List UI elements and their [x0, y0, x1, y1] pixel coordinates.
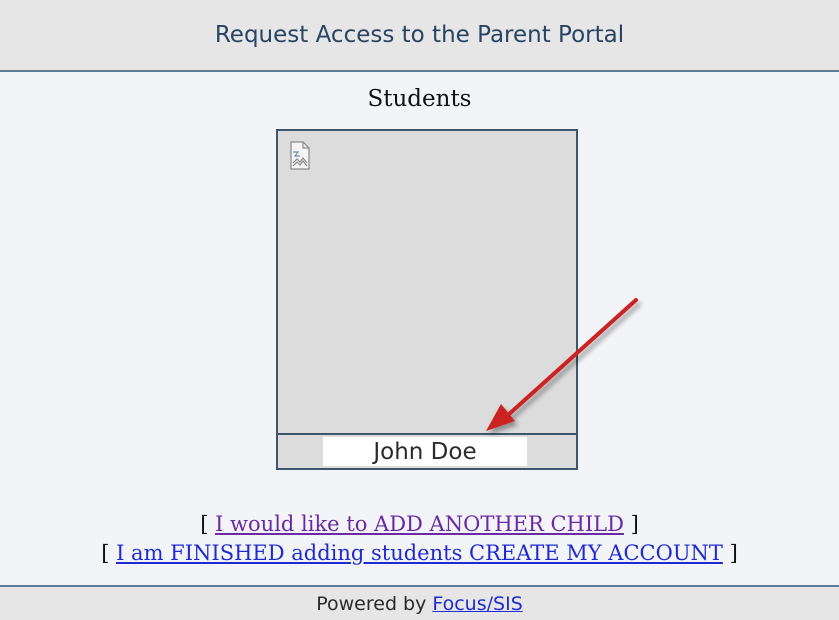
action-links: [ I would like to ADD ANOTHER CHILD ] [ …	[0, 510, 839, 568]
focus-sis-link[interactable]: Focus/SIS	[432, 593, 522, 615]
broken-image-icon	[290, 141, 310, 170]
page-footer: Powered by Focus/SIS	[0, 585, 839, 620]
student-photo	[278, 131, 576, 433]
student-name-strip: John Doe	[278, 433, 576, 468]
finish-line: [ I am FINISHED adding students CREATE M…	[0, 539, 839, 568]
close-bracket: ]	[729, 541, 738, 565]
page-header: Request Access to the Parent Portal	[0, 0, 839, 72]
footer-prefix: Powered by	[316, 592, 427, 615]
student-name-box: John Doe	[323, 437, 527, 466]
page-title: Request Access to the Parent Portal	[214, 22, 625, 48]
add-another-child-link[interactable]: I would like to ADD ANOTHER CHILD	[215, 512, 624, 536]
student-name: John Doe	[373, 438, 477, 465]
parent-portal-panel: Request Access to the Parent Portal Stud…	[0, 0, 839, 620]
create-my-account-link[interactable]: I am FINISHED adding students CREATE MY …	[116, 541, 723, 565]
add-child-line: [ I would like to ADD ANOTHER CHILD ]	[0, 510, 839, 539]
close-bracket: ]	[630, 512, 639, 536]
students-heading: Students	[367, 86, 472, 112]
student-card[interactable]: John Doe	[276, 129, 578, 470]
open-bracket: [	[101, 541, 110, 565]
open-bracket: [	[200, 512, 209, 536]
